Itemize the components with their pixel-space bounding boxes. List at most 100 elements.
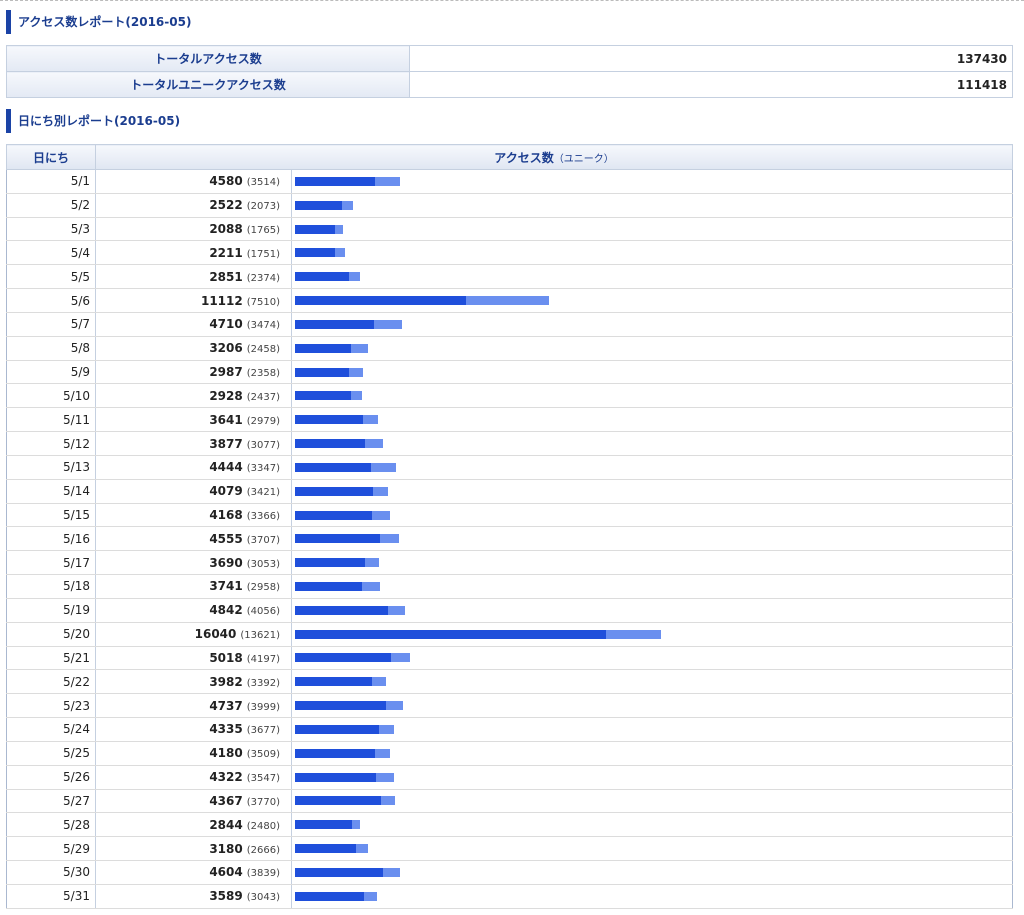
table-row: 5/2 2522 (2073): [6, 193, 1013, 218]
unique-access-bar: [295, 296, 467, 306]
day-label: 5/29: [6, 836, 96, 862]
unique-access-value: (3547): [246, 773, 280, 785]
total-access-value: 3589: [209, 889, 243, 904]
summary-label: トータルユニークアクセス数: [6, 71, 410, 98]
table-row: 5/21 5018 (4197): [6, 646, 1013, 671]
bar-cell: [291, 503, 1013, 528]
table-row: 5/11 3641 (2979): [6, 407, 1013, 433]
summary-value: 111418: [409, 71, 1013, 98]
access-count-cell: 4335 (3677): [95, 717, 292, 742]
day-label: 5/23: [6, 693, 96, 719]
bar-wrap: [295, 176, 1012, 186]
unique-access-bar: [295, 272, 350, 282]
day-label: 5/5: [6, 264, 96, 290]
unique-access-bar: [295, 867, 383, 877]
unique-access-bar: [295, 558, 365, 568]
bar-wrap: [295, 724, 1012, 734]
day-label: 5/19: [6, 598, 96, 623]
bar-cell: [291, 574, 1013, 599]
access-count-cell: 3741 (2958): [95, 574, 292, 599]
bar-cell: [291, 383, 1013, 409]
unique-access-bar: [295, 844, 356, 854]
unique-access-bar: [295, 772, 376, 782]
day-label: 5/15: [6, 503, 96, 528]
total-access-value: 2088: [209, 222, 243, 237]
access-count-cell: 16040 (13621): [95, 622, 292, 647]
unique-access-value: (3366): [246, 511, 280, 522]
bar-cell: [291, 741, 1013, 766]
bar-cell: [291, 312, 1013, 337]
unique-access-value: (3707): [246, 534, 280, 546]
day-label: 5/2: [6, 193, 96, 218]
total-access-value: 3641: [209, 412, 243, 427]
access-count-cell: 4842 (4056): [95, 598, 292, 623]
day-label: 5/27: [6, 789, 96, 814]
bar-cell: [291, 884, 1013, 909]
unique-access-bar: [295, 629, 606, 639]
day-label: 5/6: [6, 288, 96, 313]
total-access-value: 4555: [209, 531, 243, 546]
day-label: 5/20: [6, 622, 96, 647]
bar-wrap: [295, 391, 1012, 401]
access-count-cell: 3641 (2979): [95, 407, 292, 433]
unique-access-value: (2979): [246, 415, 280, 427]
bar-cell: [291, 765, 1013, 790]
unique-access-value: (3347): [246, 463, 280, 475]
bar-cell: [291, 646, 1013, 671]
unique-access-bar: [295, 200, 343, 210]
bar-wrap: [295, 701, 1012, 711]
access-count-cell: 5018 (4197): [95, 646, 292, 671]
bar-cell: [291, 789, 1013, 814]
bar-cell: [291, 812, 1013, 838]
access-count-cell: 2851 (2374): [95, 264, 292, 290]
access-count-cell: 3180 (2666): [95, 836, 292, 862]
day-label: 5/4: [6, 240, 96, 266]
day-label: 5/25: [6, 741, 96, 766]
day-label: 5/18: [6, 574, 96, 599]
unique-access-value: (3043): [246, 892, 280, 904]
unique-access-value: (13621): [240, 630, 280, 642]
table-row: 5/25 4180 (3509): [6, 741, 1013, 766]
unique-access-bar: [295, 653, 391, 663]
unique-access-value: (2666): [246, 844, 280, 856]
table-row: 5/3 2088 (1765): [6, 217, 1013, 242]
daily-body: 5/1 4580 (3514) 5/2 2522 (2073) 5/3 2088 (1765) 5…: [6, 169, 1013, 909]
table-row: 5/6 11112 (7510): [6, 288, 1013, 313]
unique-access-value: (4197): [246, 653, 280, 665]
table-row: 5/16 4555 (3707): [6, 526, 1013, 552]
summary-label: トータルアクセス数: [6, 45, 410, 72]
bar-wrap: [295, 605, 1012, 615]
access-count-cell: 4444 (3347): [95, 455, 292, 480]
daily-header-row: 日にち アクセス数（ユニーク）: [6, 144, 1013, 170]
bar-wrap: [295, 891, 1012, 901]
table-row: 5/1 4580 (3514): [6, 169, 1013, 194]
access-count-cell: 4555 (3707): [95, 526, 292, 552]
bar-wrap: [295, 343, 1012, 353]
total-access-value: 4710: [209, 317, 243, 332]
report-title: アクセス数レポート(2016-05): [6, 10, 191, 34]
unique-access-value: (3474): [246, 320, 280, 332]
unique-access-bar: [295, 176, 376, 186]
unique-access-value: (3677): [246, 725, 280, 737]
total-access-value: 3982: [209, 674, 243, 689]
unique-access-bar: [295, 796, 382, 806]
access-count-cell: 3206 (2458): [95, 336, 292, 361]
bar-wrap: [295, 510, 1012, 520]
bar-wrap: [295, 439, 1012, 449]
table-row: 5/12 3877 (3077): [6, 431, 1013, 456]
access-count-cell: 4079 (3421): [95, 479, 292, 504]
unique-access-bar: [295, 415, 363, 425]
access-count-cell: 2088 (1765): [95, 217, 292, 242]
unique-access-value: (3392): [246, 677, 280, 689]
bar-cell: [291, 598, 1013, 623]
unique-access-value: (3999): [246, 701, 280, 713]
bar-cell: [291, 431, 1013, 456]
unique-access-bar: [295, 391, 351, 401]
unique-access-bar: [295, 486, 374, 496]
day-label: 5/24: [6, 717, 96, 742]
unique-access-bar: [295, 224, 336, 234]
bar-cell: [291, 288, 1013, 313]
total-access-value: 4737: [209, 698, 243, 713]
table-row: 5/29 3180 (2666): [6, 836, 1013, 862]
day-label: 5/31: [6, 884, 96, 909]
